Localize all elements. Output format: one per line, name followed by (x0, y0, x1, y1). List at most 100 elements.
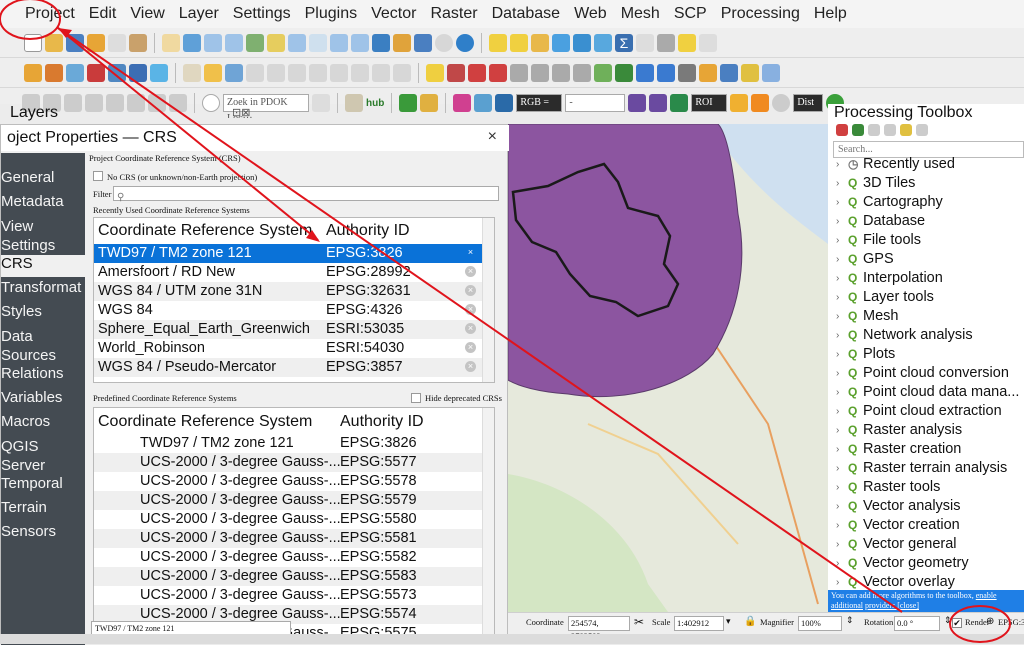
remove-recent-icon[interactable]: × (465, 323, 476, 334)
pdok-icon[interactable] (202, 94, 220, 112)
reshape-icon[interactable] (106, 94, 124, 112)
diagram-icon[interactable] (447, 63, 465, 82)
menu-web[interactable]: Web (567, 5, 614, 23)
scp-reload-icon[interactable] (772, 94, 791, 112)
recent-crs-row[interactable]: WGS 84 / UTM zone 31N EPSG:32631 × (94, 282, 484, 301)
chevron-right-icon[interactable]: › (836, 311, 839, 322)
scp-roi-multiple-icon[interactable] (649, 94, 668, 112)
render-checkbox[interactable]: ✔ (952, 618, 962, 628)
change-label-icon[interactable] (552, 63, 570, 82)
scp-add-icon[interactable] (751, 94, 770, 112)
scp-tool-icon[interactable] (453, 94, 472, 112)
providers-link[interactable]: providers. (865, 601, 897, 610)
sidebar-item-view-settings[interactable]: View Settings (1, 217, 85, 257)
menu-scp[interactable]: SCP (667, 5, 714, 23)
rotate-label-icon[interactable] (531, 63, 549, 82)
sidebar-item-macros[interactable]: Macros (1, 413, 85, 435)
toolbox-item-file-tools[interactable]: › Q File tools (828, 232, 1024, 251)
gps-info-icon[interactable] (657, 63, 675, 82)
recent-crs-row[interactable]: Amersfoort / RD New EPSG:28992 × (94, 263, 484, 282)
chevron-right-icon[interactable]: › (836, 425, 839, 436)
scp-preprocess-icon[interactable] (474, 94, 493, 112)
chevron-right-icon[interactable]: › (836, 159, 839, 170)
scp-roi-icon[interactable] (628, 94, 647, 112)
zoom-to-selection-icon[interactable] (267, 33, 285, 52)
scp-redo-roi-icon[interactable] (670, 94, 689, 112)
chevron-right-icon[interactable]: › (836, 330, 839, 341)
edit-features-icon[interactable] (900, 124, 912, 136)
coordinate-field[interactable]: 254574, 2782592 (568, 616, 630, 641)
remove-recent-icon[interactable]: × (465, 285, 476, 296)
add-raster-layer-icon[interactable] (45, 63, 63, 82)
toolbox-item-vector-geometry[interactable]: › Q Vector geometry (828, 555, 1024, 574)
remove-recent-icon[interactable]: × (465, 304, 476, 315)
zoom-full-icon[interactable] (246, 33, 264, 52)
add-spatialite-icon[interactable] (87, 63, 105, 82)
simplify-icon[interactable] (148, 94, 166, 112)
map-tips-icon[interactable] (657, 33, 675, 52)
toolbox-item-cartography[interactable]: › Q Cartography (828, 194, 1024, 213)
toolbox-item-mesh[interactable]: › Q Mesh (828, 308, 1024, 327)
menu-plugins[interactable]: Plugins (298, 5, 364, 23)
rgb-combobox[interactable]: RGB = (516, 94, 563, 112)
toolbox-item-point-cloud-conversion[interactable]: › Q Point cloud conversion (828, 365, 1024, 384)
menu-settings[interactable]: Settings (226, 5, 298, 23)
history-icon[interactable] (720, 63, 738, 82)
remove-recent-icon[interactable]: × (465, 247, 476, 258)
predef-header-authority[interactable]: Authority ID (340, 413, 424, 431)
close-icon[interactable]: × (488, 128, 497, 146)
redo-icon[interactable] (393, 63, 411, 82)
show-hide-labels-icon[interactable] (489, 63, 507, 82)
recent-scrollbar[interactable] (482, 218, 494, 382)
sidebar-item-transformat[interactable]: Transformat (1, 279, 85, 301)
chevron-right-icon[interactable]: › (836, 577, 839, 588)
dist-button[interactable]: Dist (793, 94, 824, 112)
chevron-right-icon[interactable]: › (836, 539, 839, 550)
mouse-icon[interactable]: ✂ (634, 615, 644, 630)
bookmark-icon[interactable] (393, 33, 411, 52)
sidebar-item-relations[interactable]: Relations (1, 365, 85, 387)
chevron-right-icon[interactable]: › (836, 273, 839, 284)
select-by-value-icon[interactable] (510, 33, 528, 52)
toolbox-item-vector-creation[interactable]: › Q Vector creation (828, 517, 1024, 536)
predefined-crs-row[interactable]: UCS-2000 / 3-degree Gauss-... EPSG:5582 (94, 548, 484, 567)
zoom-last-icon[interactable] (330, 33, 348, 52)
pan-to-selection-icon[interactable] (183, 33, 201, 52)
attribute-table-icon[interactable] (573, 33, 591, 52)
add-ring-icon[interactable] (169, 94, 187, 112)
predefined-crs-row[interactable]: UCS-2000 / 3-degree Gauss-... EPSG:5580 (94, 510, 484, 529)
zoom-next-icon[interactable] (351, 33, 369, 52)
scp-zoom-icon[interactable] (495, 94, 514, 112)
toolbox-item-plots[interactable]: › Q Plots (828, 346, 1024, 365)
recent-crs-row[interactable]: WGS 84 / Pseudo-Mercator EPSG:3857 × (94, 358, 484, 377)
add-mssql-icon[interactable] (129, 63, 147, 82)
chevron-right-icon[interactable]: › (836, 482, 839, 493)
sidebar-item-qgis-server[interactable]: QGIS Server (1, 437, 85, 477)
hub-button[interactable]: hub (366, 98, 384, 109)
merge-features-icon[interactable] (85, 94, 103, 112)
copy-features-icon[interactable] (330, 63, 348, 82)
chevron-right-icon[interactable]: › (836, 216, 839, 227)
chevron-right-icon[interactable]: › (836, 368, 839, 379)
toolbox-item-database[interactable]: › Q Database (828, 213, 1024, 232)
predefined-crs-row[interactable]: UCS-2000 / 3-degree Gauss-... EPSG:5579 (94, 491, 484, 510)
add-wms-icon[interactable] (150, 63, 168, 82)
add-feature-icon[interactable] (246, 63, 264, 82)
sidebar-item-temporal[interactable]: Temporal (1, 475, 85, 497)
georeference-icon[interactable] (636, 63, 654, 82)
chevron-right-icon[interactable]: › (836, 235, 839, 246)
menu-edit[interactable]: Edit (82, 5, 124, 23)
results-viewer-icon[interactable] (741, 63, 759, 82)
chevron-right-icon[interactable]: › (836, 501, 839, 512)
move-label-icon[interactable] (510, 63, 528, 82)
field-calculator-icon[interactable] (594, 33, 612, 52)
menu-database[interactable]: Database (485, 5, 568, 23)
results-icon[interactable] (884, 124, 896, 136)
zoom-native-icon[interactable] (309, 33, 327, 52)
chevron-right-icon[interactable]: › (836, 197, 839, 208)
chevron-right-icon[interactable]: › (836, 387, 839, 398)
menu-vector[interactable]: Vector (364, 5, 423, 23)
buffer-polygon[interactable] (508, 124, 743, 398)
recent-header-authority[interactable]: Authority ID (326, 222, 410, 240)
add-delimited-text-icon[interactable] (66, 63, 84, 82)
